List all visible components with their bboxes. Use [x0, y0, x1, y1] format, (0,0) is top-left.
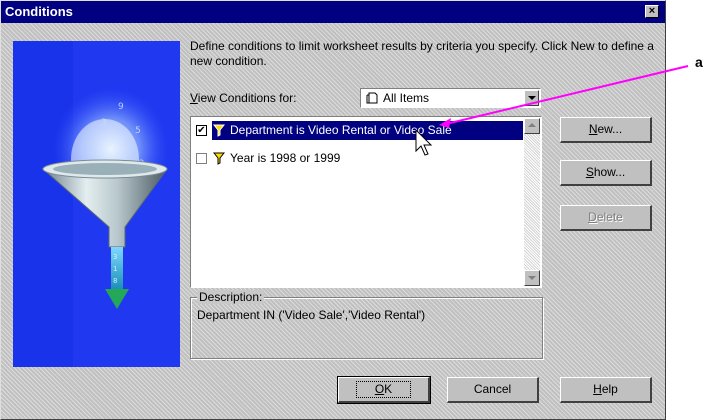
help-button-accelerator: H — [593, 382, 602, 396]
description-group — [190, 297, 543, 359]
close-button[interactable]: × — [645, 5, 659, 18]
svg-text:3: 3 — [101, 118, 107, 128]
ok-button[interactable]: OK — [337, 376, 431, 404]
svg-text:8: 8 — [113, 277, 117, 285]
funnel-icon — [213, 152, 225, 165]
ok-button-focus: OK — [355, 381, 412, 398]
cancel-button-label: Cancel — [473, 382, 512, 396]
view-conditions-select[interactable]: All Items — [360, 88, 541, 108]
show-button-accelerator: S — [585, 165, 594, 179]
svg-text:3: 3 — [113, 253, 117, 261]
scroll-down-icon[interactable] — [524, 270, 540, 286]
instructions-text: Define conditions to limit worksheet res… — [190, 39, 654, 68]
condition-item[interactable]: ✔ Department is Video Rental or Video Sa… — [193, 121, 523, 140]
check-icon: ✔ — [197, 125, 206, 136]
ok-button-accelerator: O — [374, 382, 385, 396]
close-icon: × — [648, 5, 656, 17]
funnel-illustration-graphic: 95 123 26 318 — [13, 41, 180, 367]
condition-item[interactable]: Year is 1998 or 1999 — [193, 149, 523, 168]
description-text: Department IN ('Video Sale','Video Renta… — [197, 308, 426, 322]
chevron-down-icon[interactable] — [524, 90, 539, 106]
conditions-scrollbar[interactable] — [524, 118, 540, 286]
svg-text:9: 9 — [118, 102, 124, 112]
help-button[interactable]: Help — [560, 377, 652, 403]
help-button-label: elp — [601, 382, 618, 396]
view-conditions-label-accelerator: V — [190, 91, 198, 105]
show-button-label: how... — [593, 165, 626, 179]
view-conditions-label: View Conditions for: — [190, 91, 297, 105]
delete-button[interactable]: Delete — [560, 205, 652, 231]
cancel-button[interactable]: Cancel — [447, 377, 539, 403]
condition-label: Department is Video Rental or Video Sale — [230, 123, 452, 137]
svg-text:2: 2 — [91, 146, 97, 156]
new-button[interactable]: New... — [560, 117, 652, 143]
new-button-label: ew... — [597, 122, 623, 136]
delete-button-accelerator: D — [588, 210, 597, 224]
annotation-label: a — [695, 54, 703, 70]
view-conditions-label-text: iew Conditions for: — [197, 91, 297, 105]
condition-checkbox[interactable] — [196, 153, 207, 164]
conditions-list[interactable]: ✔ Department is Video Rental or Video Sa… — [190, 116, 542, 288]
description-caption: Description: — [197, 290, 265, 304]
title-bar[interactable]: Conditions × — [1, 1, 665, 23]
delete-button-label: elete — [596, 210, 623, 224]
svg-text:5: 5 — [135, 126, 141, 136]
dialog-title: Conditions — [5, 4, 73, 19]
ok-button-label: K — [384, 382, 393, 396]
funnel-icon — [213, 124, 225, 137]
funnel-illustration: 95 123 26 318 — [13, 41, 180, 367]
show-button[interactable]: Show... — [560, 160, 652, 186]
document-icon — [366, 92, 378, 104]
condition-label: Year is 1998 or 1999 — [230, 151, 341, 165]
condition-checkbox[interactable]: ✔ — [196, 125, 207, 136]
conditions-dialog: Conditions × 9 5 3 2 3 1 8 Define condit… — [0, 0, 666, 420]
svg-text:1: 1 — [113, 265, 117, 273]
scroll-up-icon[interactable] — [524, 118, 540, 134]
view-conditions-selected-value: All Items — [383, 91, 430, 105]
